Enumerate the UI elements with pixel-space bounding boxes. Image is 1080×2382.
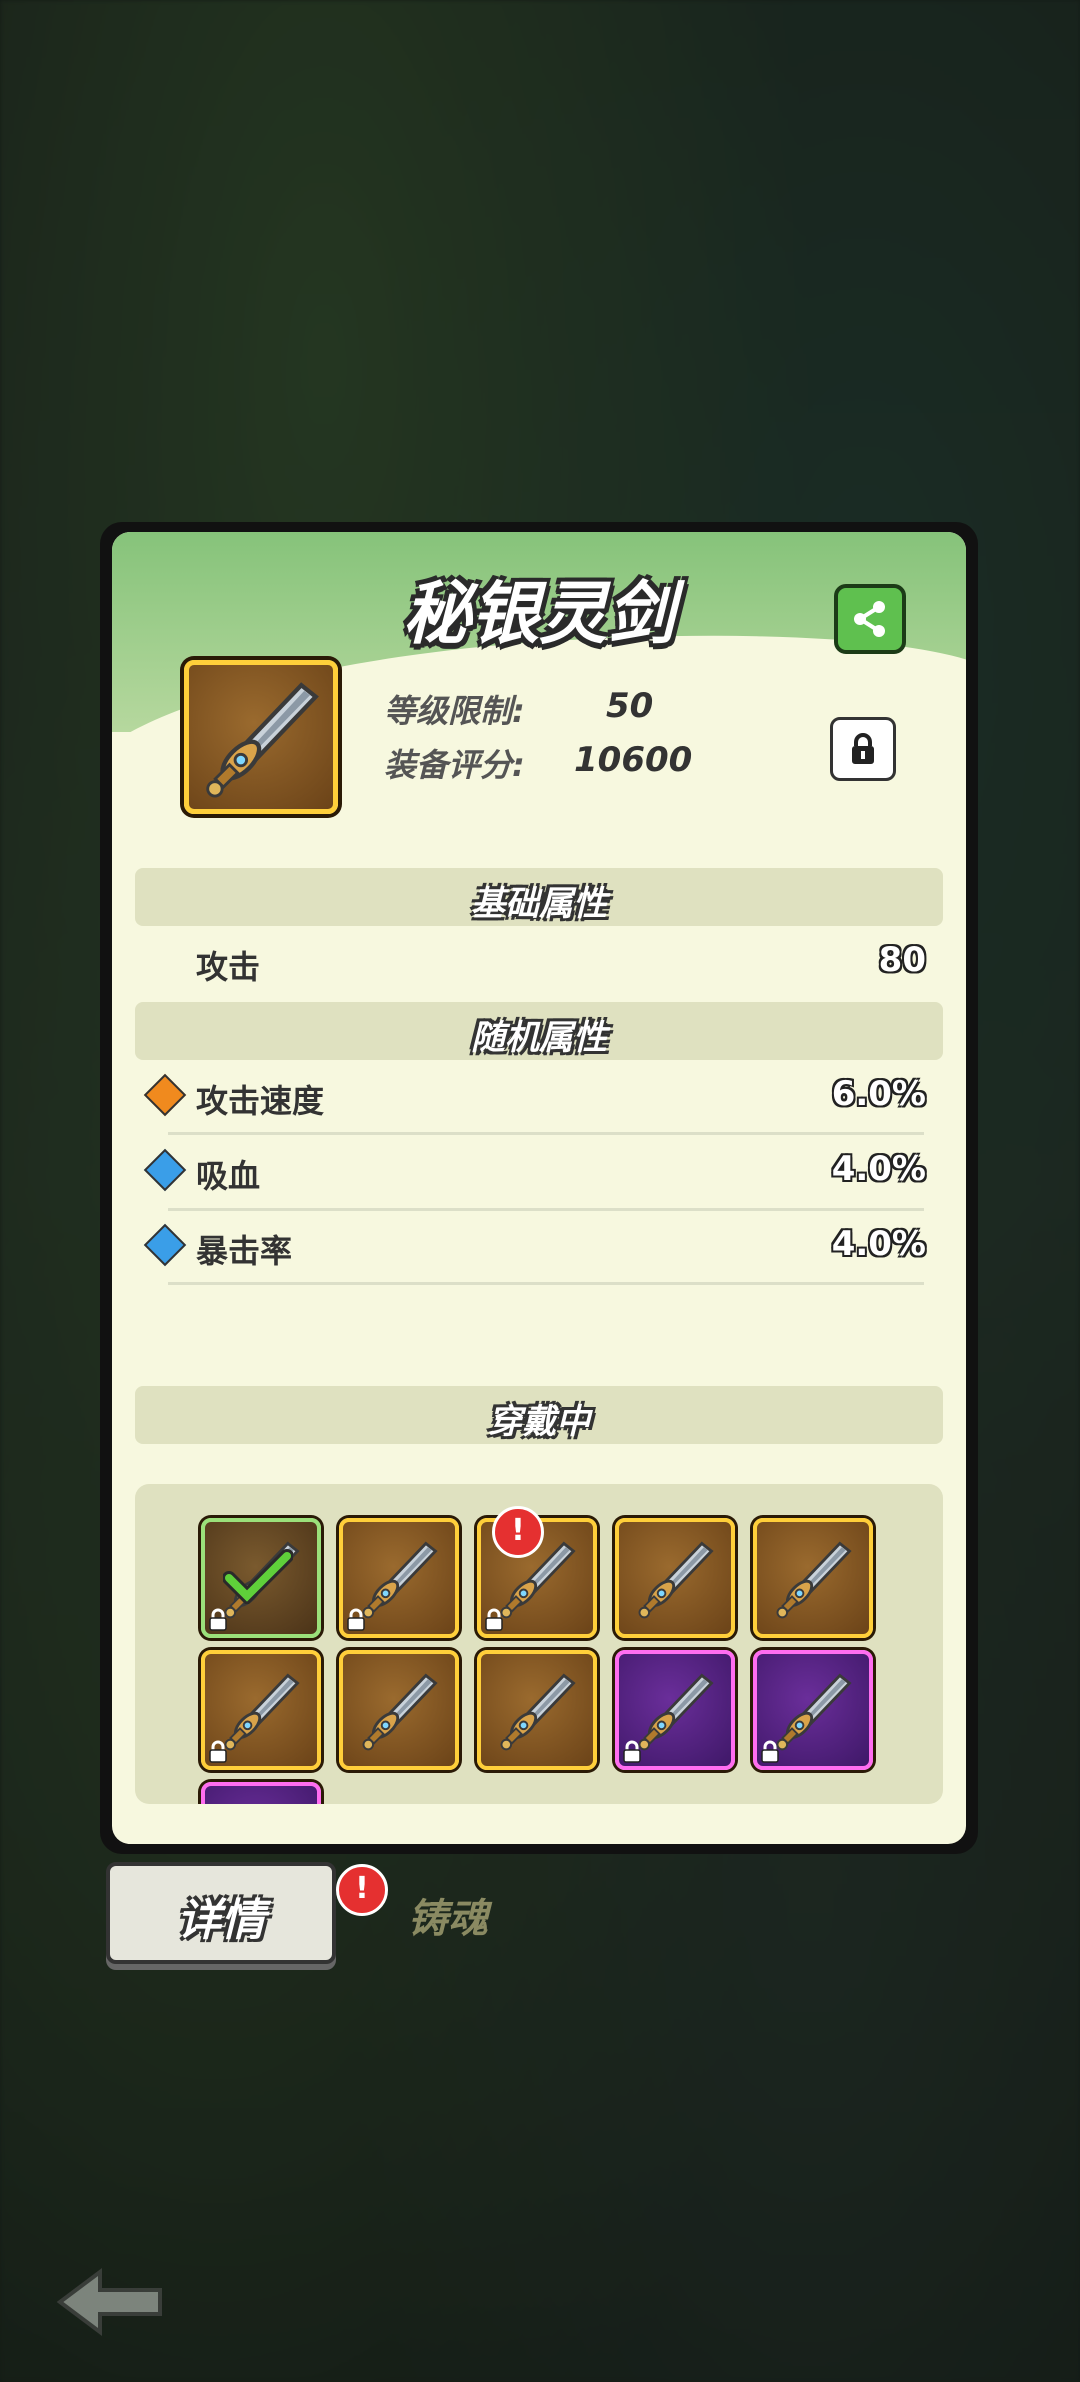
forge-alert-badge: ! — [336, 1864, 388, 1916]
orange-gem-icon — [143, 1073, 187, 1117]
lock-button[interactable] — [830, 717, 896, 781]
lock-icon — [852, 733, 874, 764]
blue-gem-icon — [143, 1148, 187, 1192]
share-icon — [854, 601, 885, 637]
tab-details-label: 详情 — [177, 1895, 265, 1946]
sword-icon — [362, 1673, 437, 1751]
equip-slot[interactable] — [477, 1650, 597, 1770]
sword-icon — [776, 1541, 851, 1619]
lock-icon — [760, 1740, 780, 1764]
level-limit-label: 等级限制: — [384, 692, 525, 730]
attr-attack-value: 80 — [878, 940, 926, 980]
item-card: 秘银灵剑 等级限制: 50 装备评分: 10600 基础属性 攻击 80 随机属… — [112, 532, 966, 1844]
equip-slot[interactable] — [201, 1650, 321, 1770]
checkmark-icon — [223, 1549, 293, 1604]
attr-attack-speed-value: 6.0% — [831, 1074, 926, 1114]
back-arrow-icon[interactable] — [50, 2262, 170, 2342]
equipped-section: 穿戴中 — [135, 1386, 943, 1444]
alert-badge: ! — [492, 1506, 544, 1558]
equip-slot-selected[interactable] — [201, 1518, 321, 1638]
base-attr-title: 基础属性 — [471, 884, 607, 924]
attr-divider — [168, 1132, 924, 1135]
attr-divider — [168, 1208, 924, 1211]
equip-score-label: 装备评分: — [384, 746, 525, 784]
attr-lifesteal-value: 4.0% — [831, 1149, 926, 1189]
equip-slot[interactable] — [615, 1650, 735, 1770]
blue-gem-icon — [143, 1223, 187, 1267]
sword-icon — [500, 1673, 575, 1751]
lock-icon — [346, 1608, 366, 1632]
sword-icon — [638, 1541, 713, 1619]
attr-attack-name: 攻击 — [196, 948, 261, 986]
equipped-items-grid: ! — [135, 1484, 943, 1804]
share-button[interactable] — [834, 584, 906, 654]
equip-slot[interactable] — [339, 1518, 459, 1638]
attr-lifesteal-name: 吸血 — [196, 1157, 261, 1195]
lock-icon — [208, 1740, 228, 1764]
equip-score-value: 10600 — [574, 740, 693, 780]
lock-icon — [208, 1608, 228, 1632]
equip-slot[interactable] — [615, 1518, 735, 1638]
equip-slot[interactable] — [753, 1518, 873, 1638]
attr-crit-rate-name: 暴击率 — [196, 1232, 293, 1270]
attr-divider — [168, 1282, 924, 1285]
attr-crit-rate-value: 4.0% — [831, 1224, 926, 1264]
sword-icon — [206, 682, 319, 798]
tab-forge[interactable]: 铸魂 — [408, 1886, 488, 1944]
random-attr-title: 随机属性 — [471, 1018, 607, 1058]
item-icon-frame — [184, 660, 338, 814]
level-limit-value: 50 — [606, 686, 654, 726]
equip-slot[interactable] — [753, 1650, 873, 1770]
random-attr-section: 随机属性 — [135, 1002, 943, 1060]
tab-details[interactable]: 详情 — [106, 1862, 336, 1964]
equipped-title: 穿戴中 — [488, 1402, 590, 1442]
attr-attack-speed-name: 攻击速度 — [196, 1082, 325, 1120]
equip-slot[interactable] — [339, 1650, 459, 1770]
lock-icon — [484, 1608, 504, 1632]
base-attr-section: 基础属性 — [135, 868, 943, 926]
equip-slot[interactable] — [201, 1782, 321, 1804]
lock-icon — [622, 1740, 642, 1764]
